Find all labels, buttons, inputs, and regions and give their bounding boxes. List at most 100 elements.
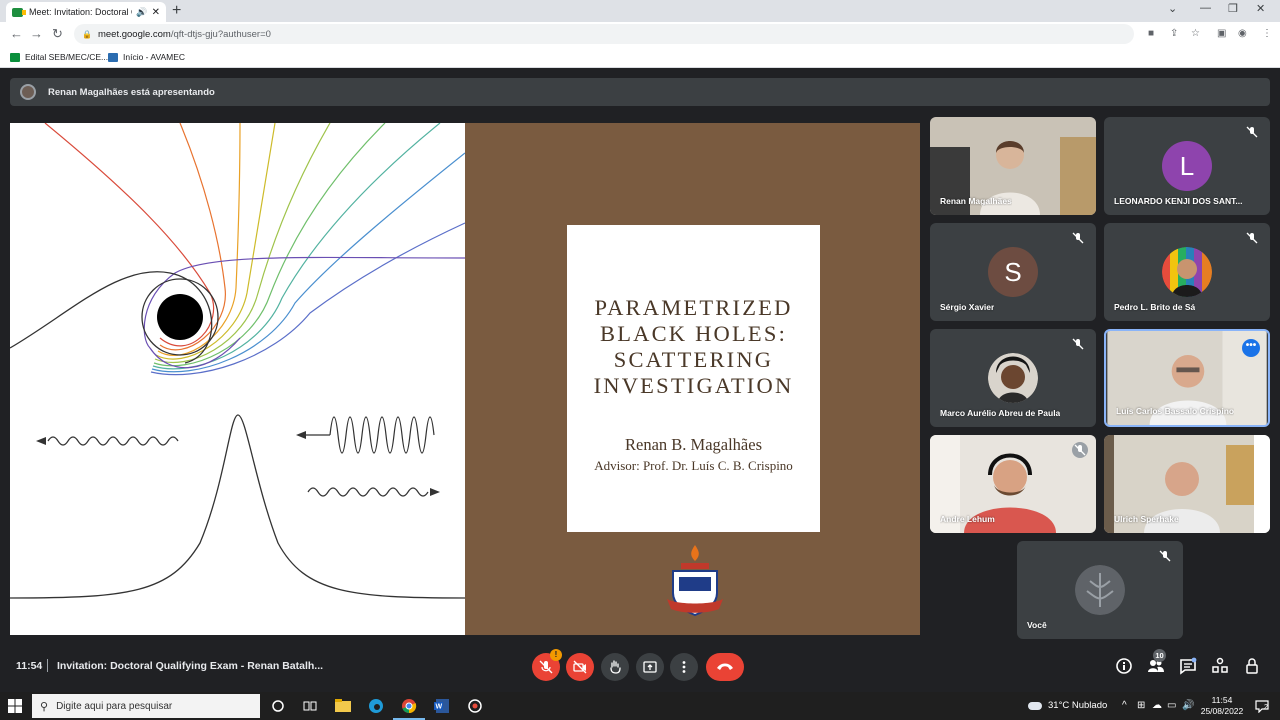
bookmark-label: Início - AVAMEC	[123, 52, 186, 62]
more-vert-icon	[682, 661, 686, 673]
slide-advisor: Advisor: Prof. Dr. Luís C. B. Crispino	[594, 458, 793, 473]
battery-icon[interactable]: ▭	[1167, 700, 1176, 711]
camera-toggle-button[interactable]	[566, 653, 594, 681]
meeting-title: Invitation: Doctoral Qualifying Exam - R…	[57, 660, 324, 672]
people-button[interactable]: 10	[1147, 649, 1166, 675]
edge-icon[interactable]	[366, 696, 386, 716]
windows-start-icon[interactable]	[8, 699, 22, 713]
menu-icon[interactable]: ⋮	[1262, 28, 1272, 39]
back-icon[interactable]: ←	[10, 26, 23, 41]
side-panel-icon[interactable]: ▣	[1217, 28, 1226, 39]
bookmark-label: Edital SEB/MEC/CE...	[25, 52, 109, 62]
leave-call-button[interactable]	[706, 653, 744, 681]
participant-tile-self[interactable]: Você	[1017, 541, 1183, 639]
divider	[47, 659, 48, 672]
lock-icon[interactable]: 🔒	[82, 30, 92, 39]
participant-tile[interactable]: Renan Magalhães	[930, 117, 1096, 215]
close-window-icon[interactable]: ✕	[1256, 2, 1265, 15]
browser-toolbar: ← → ↻ 🔒 meet.google.com/qft-dtjs-gju?aut…	[0, 22, 1280, 46]
participant-tile[interactable]: L LEONARDO KENJI DOS SANT...	[1104, 117, 1270, 215]
word-icon[interactable]: W	[432, 696, 452, 716]
bookmark-star-icon[interactable]: ☆	[1191, 28, 1200, 39]
more-options-button[interactable]	[670, 653, 698, 681]
participant-tile[interactable]: Andre Lehum	[930, 435, 1096, 533]
mic-off-icon	[1072, 338, 1084, 350]
participant-name: Pedro L. Brito de Sá	[1114, 302, 1196, 312]
bookmark-edital[interactable]: Edital SEB/MEC/CE...	[10, 52, 108, 62]
forward-icon[interactable]: →	[30, 26, 43, 41]
black-hole-scattering-diagram	[10, 123, 466, 599]
clock-time: 11:54	[1211, 695, 1233, 705]
system-clock[interactable]: 11:54 25/08/2022	[1198, 695, 1246, 717]
slide-title-line: SCATTERING	[613, 347, 774, 372]
profile-icon[interactable]: ◉	[1238, 28, 1247, 39]
bookmark-avamec[interactable]: Início - AVAMEC	[108, 52, 185, 62]
participant-tile-active[interactable]: ••• Luís Carlos Bassalo Crispino	[1104, 329, 1270, 427]
new-tab-button[interactable]: +	[172, 2, 181, 20]
browser-chrome: Meet: Invitation: Doctoral Q... 🔊 ✕ + ⌄ …	[0, 0, 1280, 68]
avamec-icon	[108, 52, 118, 62]
windows-taskbar: ⚲ Digite aqui para pesquisar W 31°C Nubl…	[0, 692, 1280, 720]
participant-name: Ulrich Sperhake	[1114, 514, 1179, 524]
url-path: /qft-dtjs-gju?authuser=0	[170, 28, 271, 40]
present-icon	[643, 661, 657, 673]
address-bar[interactable]: 🔒 meet.google.com/qft-dtjs-gju?authuser=…	[74, 24, 1134, 44]
participant-name: Marco Aurélio Abreu de Paula	[940, 408, 1061, 418]
show-hidden-icons-icon[interactable]: ^	[1122, 700, 1127, 711]
participant-name: Andre Lehum	[940, 514, 995, 524]
mic-off-icon	[1159, 550, 1171, 562]
taskbar-search-box[interactable]: ⚲ Digite aqui para pesquisar	[32, 694, 260, 718]
microphone-toggle-button[interactable]: !	[532, 649, 562, 681]
participant-tile[interactable]: Pedro L. Brito de Sá	[1104, 223, 1270, 321]
clock-date: 25/08/2022	[1200, 706, 1244, 716]
reload-icon[interactable]: ↻	[52, 26, 63, 42]
speaker-icon[interactable]: 🔊	[136, 7, 147, 18]
host-controls-lock-icon[interactable]	[1243, 657, 1261, 675]
network-icon[interactable]: ⊞	[1137, 700, 1145, 711]
avatar: L	[1162, 141, 1212, 191]
snipping-tool-icon[interactable]	[465, 696, 485, 716]
weather-widget[interactable]: 31°C Nublado	[1028, 700, 1107, 711]
participant-name: LEONARDO KENJI DOS SANT...	[1114, 196, 1243, 206]
onedrive-icon[interactable]: ☁	[1152, 700, 1162, 711]
tab-title: Meet: Invitation: Doctoral Q...	[29, 7, 132, 17]
slide-title-line: BLACK HOLES:	[599, 321, 788, 346]
tab-strip: Meet: Invitation: Doctoral Q... 🔊 ✕ + ⌄ …	[0, 0, 1280, 22]
file-explorer-icon[interactable]	[333, 696, 353, 716]
search-icon: ⚲	[40, 700, 49, 713]
mic-off-icon	[539, 660, 553, 674]
participant-tile[interactable]: S Sérgio Xavier	[930, 223, 1096, 321]
tab-meet[interactable]: Meet: Invitation: Doctoral Q... 🔊 ✕	[6, 2, 166, 22]
slide-title-line: PARAMETRIZED	[594, 295, 793, 320]
notifications-button[interactable]: 2	[1252, 696, 1272, 716]
brazil-flag-icon	[10, 52, 20, 62]
slide-title: PARAMETRIZED BLACK HOLES: SCATTERING INV…	[567, 295, 820, 399]
minimize-icon[interactable]: —	[1200, 2, 1211, 14]
participant-name: Sérgio Xavier	[940, 302, 995, 312]
slide-title-panel: PARAMETRIZED BLACK HOLES: SCATTERING INV…	[465, 123, 920, 635]
activities-icon[interactable]	[1211, 657, 1229, 675]
task-view-icon[interactable]	[300, 696, 320, 716]
meet-favicon-icon	[12, 7, 26, 17]
volume-icon[interactable]: 🔊	[1182, 700, 1194, 711]
cortana-icon[interactable]	[268, 696, 288, 716]
mic-off-icon	[1072, 442, 1088, 458]
restore-icon[interactable]: ❐	[1228, 2, 1238, 15]
share-icon[interactable]: ⇪	[1170, 28, 1178, 39]
meeting-details-icon[interactable]	[1115, 657, 1133, 675]
close-tab-icon[interactable]: ✕	[152, 7, 160, 18]
participant-tile[interactable]: Marco Aurélio Abreu de Paula	[930, 329, 1096, 427]
university-seal-icon	[667, 545, 723, 617]
chrome-icon[interactable]	[393, 696, 425, 720]
participant-tile[interactable]: Ulrich Sperhake	[1104, 435, 1270, 533]
title-card: PARAMETRIZED BLACK HOLES: SCATTERING INV…	[567, 225, 820, 532]
raise-hand-button[interactable]	[601, 653, 629, 681]
more-options-icon[interactable]: •••	[1242, 339, 1260, 357]
notification-count: 2	[1264, 704, 1268, 711]
avatar	[1162, 247, 1212, 297]
tab-search-icon[interactable]: ⌄	[1168, 2, 1177, 15]
chat-icon[interactable]	[1179, 657, 1197, 675]
camera-in-use-icon[interactable]: ■	[1148, 28, 1154, 39]
present-screen-button[interactable]	[636, 653, 664, 681]
slide-author: Renan B. Magalhães	[624, 435, 762, 454]
